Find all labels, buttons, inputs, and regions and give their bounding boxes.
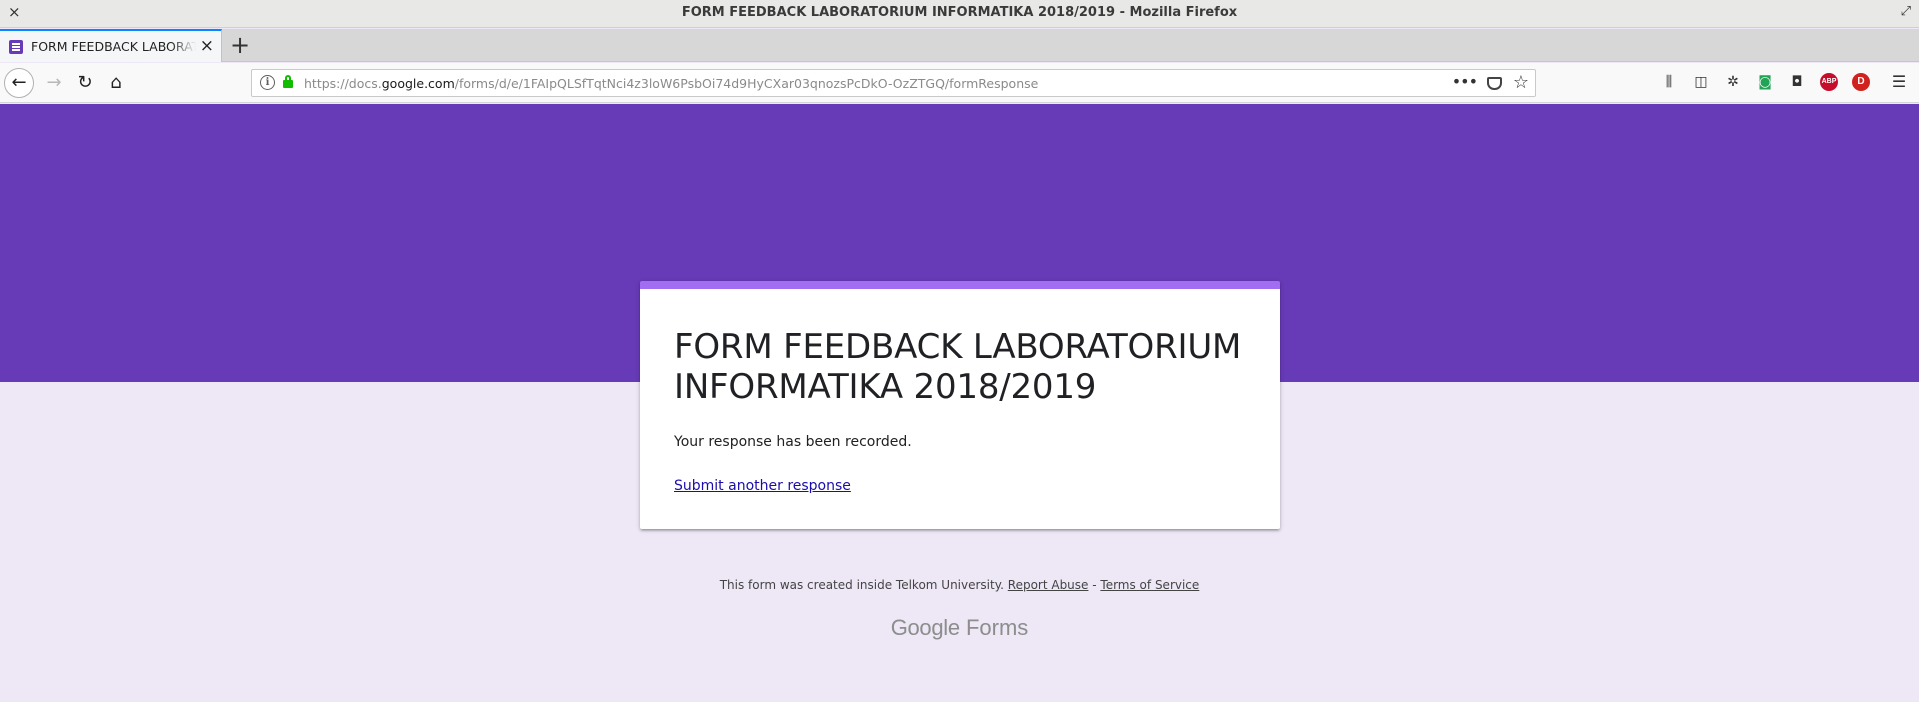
extension-green-icon[interactable]: ◙ bbox=[1756, 73, 1774, 91]
site-info-icon[interactable]: i bbox=[260, 75, 275, 90]
window-restore-icon[interactable]: ⤢ bbox=[1901, 4, 1911, 19]
hamburger-menu-icon[interactable]: ☰ bbox=[1890, 73, 1908, 91]
terms-of-service-link[interactable]: Terms of Service bbox=[1100, 578, 1199, 592]
home-button[interactable]: ⌂ bbox=[102, 69, 130, 97]
report-abuse-link[interactable]: Report Abuse bbox=[1008, 578, 1089, 592]
url-path: /forms/d/e/1FAIpQLSfTqtNci4z3loW6PsbOi74… bbox=[454, 76, 1039, 91]
window-title: FORM FEEDBACK LABORATORIUM INFORMATIKA 2… bbox=[681, 5, 1238, 20]
new-tab-button[interactable]: + bbox=[230, 31, 250, 59]
url-prefix: https://docs. bbox=[304, 76, 382, 91]
tab-form-feedback[interactable]: FORM FEEDBACK LABORATORIUM INFORMATIKA 2… bbox=[0, 29, 222, 62]
form-title: FORM FEEDBACK LABORATORIUM INFORMATIKA 2… bbox=[674, 327, 1242, 407]
extension-d-icon[interactable]: D bbox=[1852, 73, 1870, 91]
form-footer: This form was created inside Telkom Univ… bbox=[0, 578, 1919, 592]
google-forms-icon bbox=[9, 40, 23, 54]
bookmark-star-icon[interactable]: ☆ bbox=[1513, 72, 1529, 93]
navigation-bar: ← → ↻ ⌂ i https://docs.google.com/forms/… bbox=[0, 63, 1919, 103]
window-titlebar: × FORM FEEDBACK LABORATORIUM INFORMATIKA… bbox=[0, 0, 1919, 28]
back-button[interactable]: ← bbox=[4, 68, 34, 98]
extension-gnome-icon[interactable]: ✲ bbox=[1724, 73, 1742, 91]
tab-label: FORM FEEDBACK LABORATORIUM INFORMATIKA 2… bbox=[31, 39, 196, 54]
footer-created-text: This form was created inside Telkom Univ… bbox=[719, 578, 1004, 592]
url-bar[interactable]: i https://docs.google.com/forms/d/e/1FAI… bbox=[251, 69, 1536, 97]
logo-google-text: Google bbox=[890, 615, 960, 640]
adblock-plus-icon[interactable]: ABP bbox=[1820, 73, 1838, 91]
url-host: google.com bbox=[381, 76, 455, 91]
sidebar-icon[interactable]: ◫ bbox=[1692, 73, 1710, 91]
response-card: FORM FEEDBACK LABORATORIUM INFORMATIKA 2… bbox=[640, 281, 1280, 529]
reload-button[interactable]: ↻ bbox=[71, 69, 99, 97]
forward-button[interactable]: → bbox=[40, 69, 68, 97]
library-icon[interactable]: ⫼ bbox=[1660, 73, 1678, 91]
google-forms-logo[interactable]: Google Forms bbox=[0, 615, 1919, 641]
logo-forms-text: Forms bbox=[965, 615, 1029, 640]
extension-incognito-icon[interactable]: ◘ bbox=[1788, 73, 1806, 91]
tab-strip: FORM FEEDBACK LABORATORIUM INFORMATIKA 2… bbox=[0, 29, 1919, 62]
page-actions-icon[interactable]: ••• bbox=[1452, 72, 1478, 91]
footer-separator: - bbox=[1088, 578, 1101, 592]
submit-another-response-link[interactable]: Submit another response bbox=[674, 478, 851, 494]
secure-lock-icon[interactable] bbox=[283, 75, 293, 88]
url-text[interactable]: https://docs.google.com/forms/d/e/1FAIpQ… bbox=[304, 76, 1038, 91]
confirmation-message: Your response has been recorded. bbox=[674, 434, 912, 450]
tab-close-icon[interactable]: × bbox=[200, 36, 214, 56]
pocket-icon[interactable] bbox=[1487, 77, 1502, 90]
